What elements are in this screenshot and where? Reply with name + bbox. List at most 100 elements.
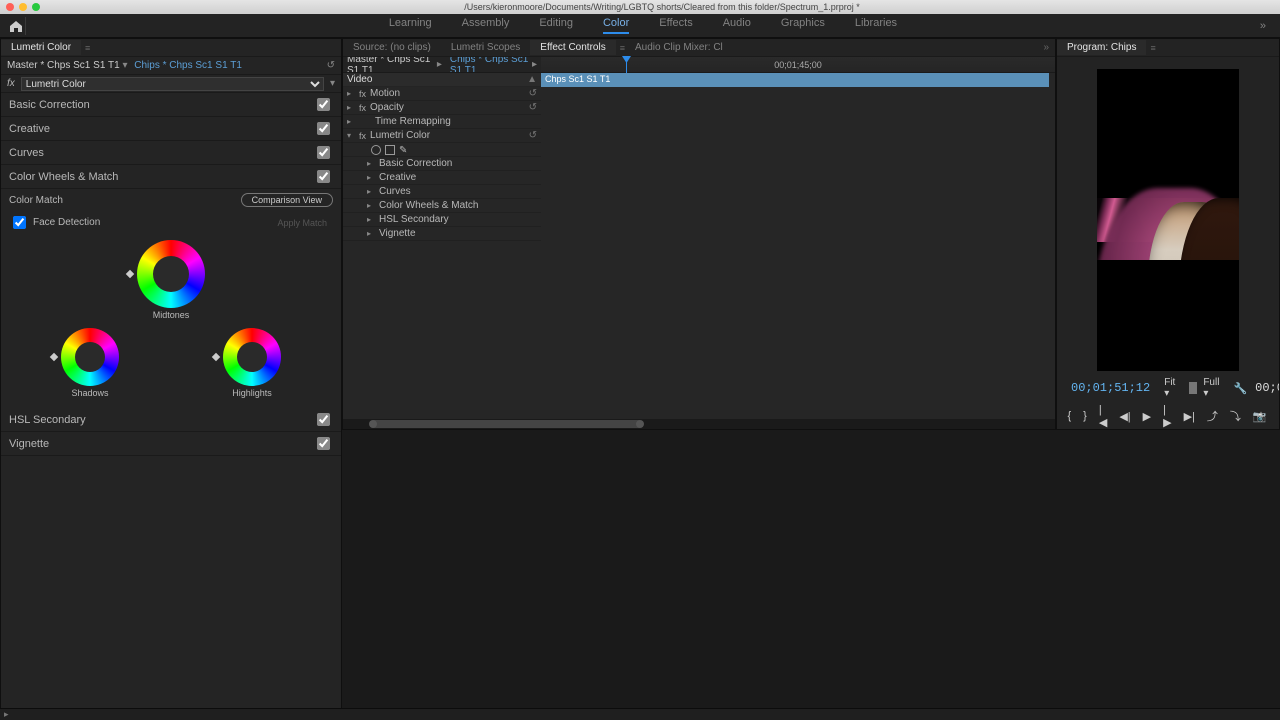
go-to-in-icon[interactable]: |◀ (1099, 408, 1107, 424)
comparison-view-button[interactable]: Comparison View (241, 193, 333, 207)
play-button[interactable]: ▶ (1143, 408, 1151, 424)
tab-source[interactable]: Source: (no clips) (343, 40, 441, 55)
highlights-wheel[interactable] (223, 328, 281, 386)
apply-match-button[interactable]: Apply Match (271, 217, 333, 229)
workspace-learning[interactable]: Learning (389, 17, 432, 34)
lumetri-section-hsl[interactable]: HSL Secondary (1, 408, 341, 432)
twirl-icon[interactable]: ▸ (347, 117, 355, 126)
ec-lumetri[interactable]: Lumetri Color (370, 130, 430, 141)
twirl-icon[interactable]: ▸ (367, 215, 375, 224)
ec-hsl[interactable]: HSL Secondary (379, 214, 449, 225)
mask-rect-icon[interactable] (385, 145, 395, 155)
twirl-icon[interactable]: ▾ (347, 131, 355, 140)
zoom-fit-dropdown[interactable]: Fit ▾ (1158, 377, 1181, 399)
ec-clip-link[interactable]: Chips * Chps Sc1 S1 T1 (450, 57, 532, 72)
ec-keyframe-area[interactable]: Chps Sc1 S1 T1 (541, 73, 1055, 429)
panel-menu-icon[interactable]: ≡ (85, 43, 90, 53)
wheels-enable-checkbox[interactable] (317, 170, 330, 183)
twirl-icon[interactable]: ▸ (367, 159, 375, 168)
chevron-down-icon[interactable]: ▾ (330, 78, 335, 89)
mark-out-button[interactable]: } (1083, 408, 1087, 424)
mark-in-button[interactable]: { (1067, 408, 1071, 424)
reset-icon[interactable]: ↺ (327, 60, 335, 71)
ec-curves[interactable]: Curves (379, 186, 411, 197)
workspace-color[interactable]: Color (603, 17, 629, 34)
twirl-icon[interactable]: ▸ (367, 229, 375, 238)
ec-time-remap[interactable]: Time Remapping (375, 116, 451, 127)
lumetri-clip-link[interactable]: Chips * Chps Sc1 S1 T1 (134, 60, 242, 71)
twirl-icon[interactable]: ▸ (367, 173, 375, 182)
ec-opacity[interactable]: Opacity (370, 102, 404, 113)
twirl-icon[interactable]: ▸ (367, 187, 375, 196)
workspace-libraries[interactable]: Libraries (855, 17, 897, 34)
ec-motion[interactable]: Motion (370, 88, 400, 99)
program-current-tc[interactable]: 00;01;51;12 (1071, 381, 1150, 395)
lumetri-section-creative[interactable]: Creative (1, 117, 341, 141)
step-back-icon[interactable]: ◀| (1119, 408, 1130, 424)
ec-vignette[interactable]: Vignette (379, 228, 416, 239)
workspace-effects[interactable]: Effects (659, 17, 692, 34)
ec-basic[interactable]: Basic Correction (379, 158, 452, 169)
zoom-window-icon[interactable] (32, 3, 40, 11)
face-detection-checkbox[interactable] (13, 216, 26, 229)
ec-mini-ruler[interactable]: 00;01;45;00 (541, 57, 1055, 72)
program-video[interactable] (1097, 69, 1239, 371)
home-button[interactable] (6, 17, 26, 35)
creative-enable-checkbox[interactable] (317, 122, 330, 135)
vignette-enable-checkbox[interactable] (317, 437, 330, 450)
twirl-icon[interactable]: ▸ (347, 103, 355, 112)
twirl-icon[interactable]: ▸ (347, 89, 355, 98)
ec-mini-clip[interactable]: Chps Sc1 S1 T1 (541, 73, 1049, 87)
tab-lumetri-scopes[interactable]: Lumetri Scopes (441, 40, 530, 55)
lumetri-section-wheels[interactable]: Color Wheels & Match (1, 165, 341, 189)
shadows-wheel[interactable] (61, 328, 119, 386)
mask-ellipse-icon[interactable] (371, 145, 381, 155)
basic-enable-checkbox[interactable] (317, 98, 330, 111)
extract-icon[interactable]: ⤵ (1230, 408, 1241, 424)
tab-audio-clip-mixer[interactable]: Audio Clip Mixer: Cl (625, 40, 733, 55)
reset-icon[interactable]: ↺ (529, 130, 537, 141)
go-to-out-icon[interactable]: ▶| (1184, 408, 1195, 424)
wrench-icon[interactable]: 🔧 (1233, 380, 1247, 396)
ec-section-video: Video (347, 74, 372, 85)
resolution-dropdown[interactable]: Full ▾ (1197, 377, 1225, 399)
chevron-right-icon[interactable]: ▸ (532, 59, 537, 70)
reset-icon[interactable]: ↺ (529, 88, 537, 99)
reset-icon[interactable]: ↺ (529, 102, 537, 113)
lumetri-effect-select[interactable]: Lumetri Color (21, 77, 324, 91)
workspace-editing[interactable]: Editing (539, 17, 573, 34)
status-icon: ▸ (4, 709, 9, 719)
fx-badge-icon: fx (7, 78, 15, 89)
twirl-icon[interactable]: ▸ (367, 201, 375, 210)
midtones-wheel[interactable] (137, 240, 205, 308)
tab-effect-controls[interactable]: Effect Controls (530, 40, 615, 55)
panel-menu-icon[interactable]: ≡ (1150, 43, 1155, 53)
mask-pen-icon[interactable]: ✎ (399, 145, 409, 155)
step-fwd-icon[interactable]: |▶ (1163, 408, 1171, 424)
workspace-audio[interactable]: Audio (723, 17, 751, 34)
button-editor-icon[interactable]: ＋ (1253, 408, 1269, 424)
lumetri-section-basic[interactable]: Basic Correction (1, 93, 341, 117)
lumetri-section-vignette[interactable]: Vignette (1, 432, 341, 456)
close-window-icon[interactable] (6, 3, 14, 11)
minimize-window-icon[interactable] (19, 3, 27, 11)
workspace-assembly[interactable]: Assembly (462, 17, 510, 34)
ec-master-label: Master * Chps Sc1 S1 T1 (347, 57, 433, 72)
effect-controls-panel: Source: (no clips) Lumetri Scopes Effect… (342, 38, 1056, 430)
fx-badge-icon: fx (359, 103, 366, 113)
workspace-graphics[interactable]: Graphics (781, 17, 825, 34)
section-toggle-icon[interactable]: ▲ (527, 74, 537, 85)
hsl-enable-checkbox[interactable] (317, 413, 330, 426)
curves-enable-checkbox[interactable] (317, 146, 330, 159)
face-detection-toggle[interactable]: Face Detection (9, 213, 100, 232)
workspace-overflow[interactable]: » (1252, 20, 1274, 32)
ec-wheels[interactable]: Color Wheels & Match (379, 200, 478, 211)
color-match-label: Color Match (9, 195, 63, 206)
tab-program[interactable]: Program: Chips (1057, 40, 1146, 55)
lift-icon[interactable]: ⤴ (1207, 408, 1218, 424)
panel-overflow-icon[interactable]: » (1037, 42, 1055, 53)
tab-lumetri-color[interactable]: Lumetri Color (1, 40, 81, 55)
ec-creative[interactable]: Creative (379, 172, 416, 183)
lumetri-section-curves[interactable]: Curves (1, 141, 341, 165)
ec-hscroll[interactable] (343, 419, 1055, 429)
